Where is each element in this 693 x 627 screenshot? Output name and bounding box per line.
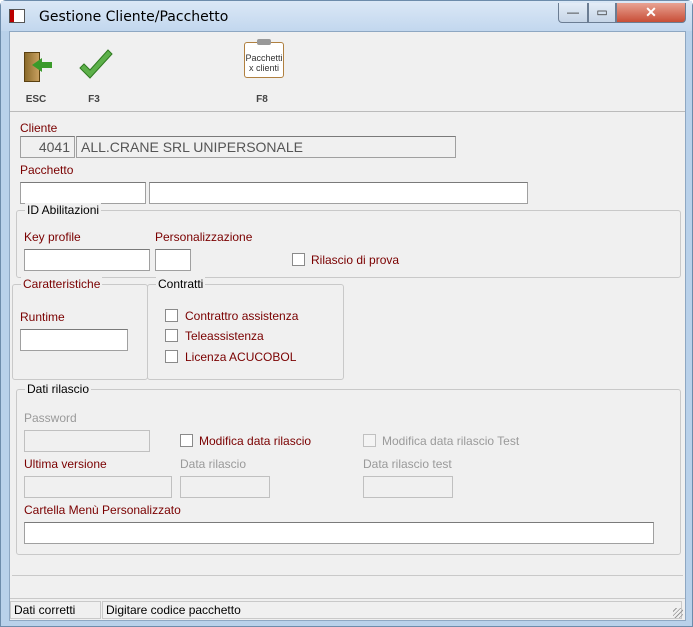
licenza-acucobol-label[interactable]: Licenza ACUCOBOL bbox=[185, 350, 296, 364]
dati-rilascio-caption: Dati rilascio bbox=[25, 382, 92, 396]
cartella-input[interactable] bbox=[24, 522, 654, 544]
f8-label: F8 bbox=[256, 94, 268, 105]
package-clients-icon: Pacchetti x clienti bbox=[244, 39, 284, 78]
modifica-data-test-checkbox[interactable] bbox=[363, 434, 376, 447]
toolbar: ESC F3 Pacchetti x clienti F8 bbox=[10, 32, 685, 112]
status-bar: Dati corretti Digitare codice pacchetto bbox=[10, 598, 685, 620]
minimize-button[interactable]: — bbox=[558, 3, 588, 23]
rilascio-prova-label[interactable]: Rilascio di prova bbox=[311, 253, 399, 267]
teleassistenza-checkbox[interactable] bbox=[165, 329, 178, 342]
licenza-acucobol-checkbox[interactable] bbox=[165, 350, 178, 363]
confirm-check-icon bbox=[79, 49, 113, 79]
rilascio-prova-checkbox[interactable] bbox=[292, 253, 305, 266]
pacchetto-label: Pacchetto bbox=[20, 163, 74, 177]
cliente-label: Cliente bbox=[20, 121, 58, 135]
main-window: Gestione Cliente/Pacchetto — ▭ ✕ ESC F3 … bbox=[0, 0, 693, 627]
close-button[interactable]: ✕ bbox=[616, 3, 686, 23]
client-area: ESC F3 Pacchetti x clienti F8 Cliente 40… bbox=[9, 31, 686, 621]
personalizzazione-input[interactable] bbox=[155, 249, 191, 271]
title-bar[interactable]: Gestione Cliente/Pacchetto — ▭ ✕ bbox=[1, 1, 692, 31]
esc-label: ESC bbox=[25, 94, 47, 105]
f3-button[interactable]: F3 bbox=[72, 42, 116, 105]
runtime-label: Runtime bbox=[20, 310, 65, 324]
caratteristiche-caption: Caratteristiche bbox=[21, 277, 103, 291]
cartella-label: Cartella Menù Personalizzato bbox=[24, 503, 181, 517]
pacchetto-code-input[interactable] bbox=[20, 182, 146, 204]
key-profile-input[interactable] bbox=[24, 249, 150, 271]
status-left: Dati corretti bbox=[10, 601, 101, 619]
data-rilascio-test-label: Data rilascio test bbox=[363, 457, 452, 471]
f8-button[interactable]: Pacchetti x clienti F8 bbox=[240, 39, 284, 105]
resize-grip-icon[interactable] bbox=[673, 608, 683, 618]
contratto-assistenza-checkbox[interactable] bbox=[165, 309, 178, 322]
status-right: Digitare codice pacchetto bbox=[102, 601, 682, 619]
cliente-code-field[interactable]: 4041 bbox=[20, 136, 75, 158]
data-rilascio-label: Data rilascio bbox=[180, 457, 247, 471]
esc-button[interactable]: ESC bbox=[14, 42, 58, 105]
modifica-data-checkbox[interactable] bbox=[180, 434, 193, 447]
data-rilascio-test-input[interactable] bbox=[363, 476, 453, 498]
contratti-caption: Contratti bbox=[156, 277, 206, 291]
password-input[interactable] bbox=[24, 430, 150, 452]
teleassistenza-label[interactable]: Teleassistenza bbox=[185, 329, 264, 343]
modifica-data-test-label[interactable]: Modifica data rilascio Test bbox=[382, 434, 519, 448]
cliente-name-field[interactable]: ALL.CRANE SRL UNIPERSONALE bbox=[76, 136, 456, 158]
ultima-versione-input[interactable] bbox=[24, 476, 172, 498]
runtime-input[interactable] bbox=[20, 329, 128, 351]
modifica-data-label[interactable]: Modifica data rilascio bbox=[199, 434, 311, 448]
window-title: Gestione Cliente/Pacchetto bbox=[39, 9, 229, 25]
ultima-versione-label: Ultima versione bbox=[24, 457, 107, 471]
bottom-separator bbox=[12, 575, 683, 576]
exit-arrow-icon bbox=[32, 58, 52, 72]
key-profile-label: Key profile bbox=[24, 230, 81, 244]
pacchetto-desc-input[interactable] bbox=[149, 182, 528, 204]
data-rilascio-input[interactable] bbox=[180, 476, 270, 498]
contratto-assistenza-label[interactable]: Contrattro assistenza bbox=[185, 309, 298, 323]
password-label: Password bbox=[24, 411, 77, 425]
personalizzazione-label: Personalizzazione bbox=[155, 230, 253, 244]
f3-label: F3 bbox=[88, 94, 100, 105]
app-icon[interactable] bbox=[9, 9, 25, 23]
maximize-button[interactable]: ▭ bbox=[588, 3, 616, 23]
id-abilitazioni-caption: ID Abilitazioni bbox=[25, 203, 102, 217]
